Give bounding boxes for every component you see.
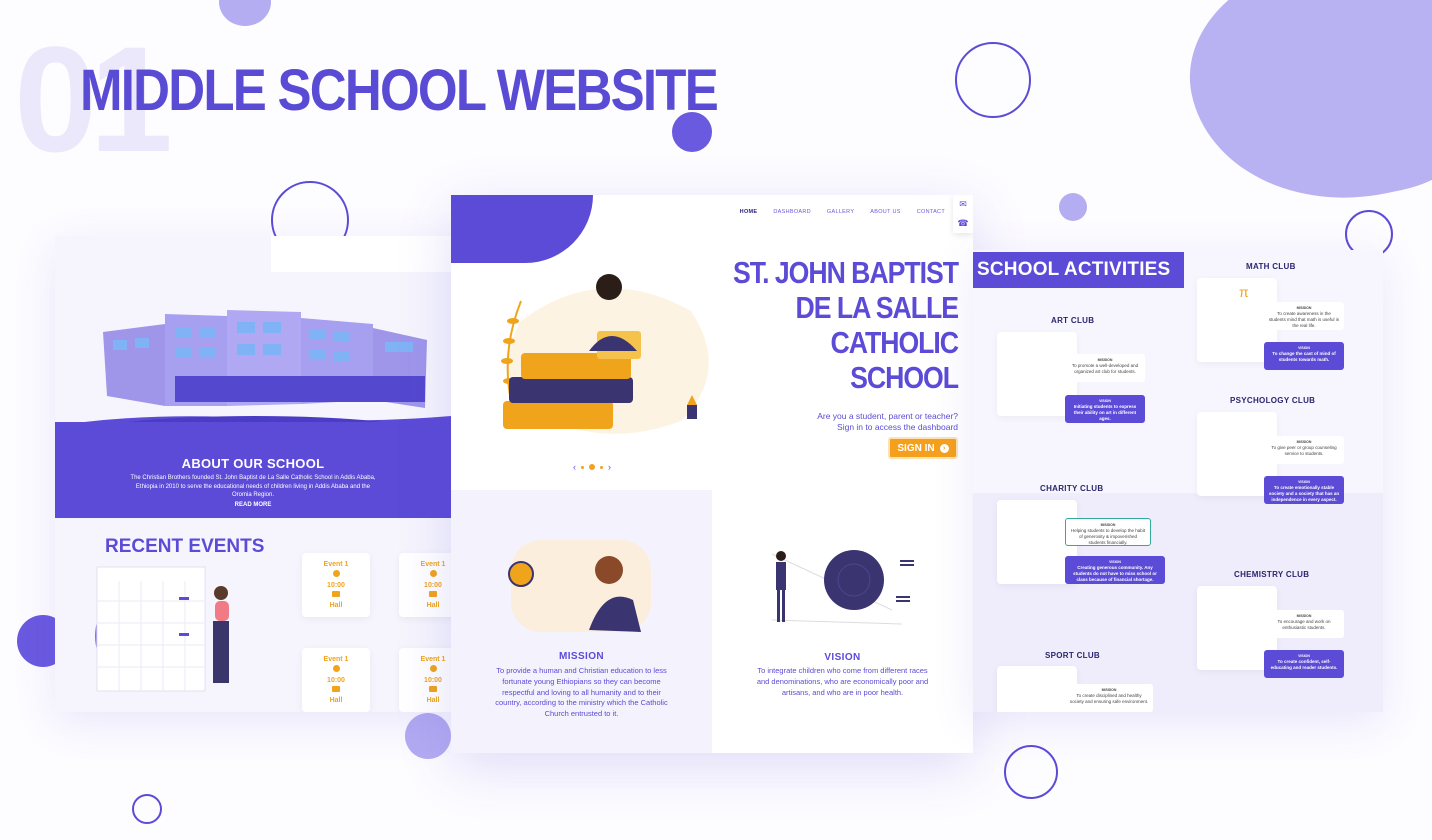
event-card[interactable]: Event 1 10:00 Hall <box>302 553 370 617</box>
about-section: ABOUT OUR SCHOOL The Christian Brothers … <box>55 422 451 518</box>
club-mission: MISSION To promote a well-developed and o… <box>1065 354 1145 382</box>
club-mission: MISSION To encourage and work on enthusia… <box>1264 610 1344 638</box>
carousel-controls: ‹ › <box>573 462 611 472</box>
club-mission: MISSION To create disciplined and healthy… <box>1065 684 1153 712</box>
decorative-ring <box>132 794 162 824</box>
carousel-next-button[interactable]: › <box>608 462 611 472</box>
sign-in-button[interactable]: SIGN IN › <box>888 437 958 459</box>
nav-home[interactable]: HOME <box>740 209 758 215</box>
mission-heading: MISSION <box>558 651 605 662</box>
arrow-right-icon: › <box>939 443 949 453</box>
mail-icon[interactable]: ✉ <box>953 195 973 214</box>
calendar-illustration <box>95 566 229 692</box>
club-vision: VISION To create confident, self-educatin… <box>1264 650 1344 678</box>
event-card[interactable]: Event 1 10:00 Hall <box>399 553 451 617</box>
clock-icon <box>429 665 437 672</box>
club-title: CHARITY CLUB <box>1040 484 1104 493</box>
club-title: ART CLUB <box>1051 316 1095 325</box>
club-vision: VISION Initiating students to express the… <box>1065 395 1145 423</box>
club-vision: VISION Creating generous community. Any s… <box>1065 556 1165 584</box>
clock-icon <box>332 570 340 577</box>
about-page-preview: ABOUT OUR SCHOOL The Christian Brothers … <box>55 236 451 712</box>
decorative-circle <box>1059 193 1087 221</box>
club-title: CHEMISTRY CLUB <box>1234 570 1310 579</box>
pi-icon: π <box>1239 284 1249 300</box>
vision-heading: VISION <box>824 652 861 663</box>
activities-heading: SCHOOL ACTIVITIES <box>973 252 1184 288</box>
building-icon <box>429 686 437 692</box>
page-title: MIDDLE SCHOOL WEBSITE <box>80 58 719 123</box>
nav-gallery[interactable]: GALLERY <box>827 209 854 215</box>
school-building-section <box>55 236 451 422</box>
carousel-dot[interactable] <box>600 465 603 469</box>
nav-dashboard[interactable]: DASHBOARD <box>773 209 811 215</box>
signin-prompt: Are you a student, parent or teacher? Si… <box>817 411 958 432</box>
vision-illustration <box>771 550 914 625</box>
building-icon <box>332 591 340 597</box>
activities-page-preview: SCHOOL ACTIVITIES ART CLUB MISSION To pro… <box>973 250 1383 712</box>
about-heading: ABOUT OUR SCHOOL <box>181 456 325 471</box>
phone-icon[interactable]: ☎ <box>953 214 973 233</box>
vision-section: VISION To integrate children who come fr… <box>712 490 973 753</box>
club-title: PSYCHOLOGY CLUB <box>1230 396 1316 405</box>
club-title: SPORT CLUB <box>1045 651 1100 660</box>
mission-illustration <box>508 540 651 632</box>
showcase-stage: 01 MIDDLE SCHOOL WEBSITE ABOUT OUR SCHOO… <box>0 0 1432 840</box>
decorative-circle <box>219 0 271 26</box>
recent-events-heading: RECENT EVENTS <box>105 536 265 557</box>
about-text: The Christian Brothers founded St. John … <box>130 475 376 498</box>
decorative-blob <box>451 195 593 263</box>
building-icon <box>429 591 437 597</box>
read-more-link[interactable]: READ MORE <box>55 502 451 508</box>
home-page-preview: HOME DASHBOARD GALLERY ABOUT US CONTACT … <box>451 195 973 753</box>
decorative-ring <box>955 42 1031 118</box>
nav-about-us[interactable]: ABOUT US <box>870 209 900 215</box>
school-name-heading: ST. JOHN BAPTIST DE LA SALLE CATHOLIC SC… <box>733 255 959 395</box>
club-title: MATH CLUB <box>1246 262 1296 271</box>
nav-contact[interactable]: CONTACT <box>917 209 945 215</box>
club-vision: VISION To change the cast of mind of stud… <box>1264 342 1344 370</box>
decorative-ring <box>1004 745 1058 799</box>
event-card[interactable]: Event 1 10:00 Hall <box>399 648 451 712</box>
carousel-dot[interactable] <box>589 464 595 470</box>
clock-icon <box>332 665 340 672</box>
main-nav: HOME DASHBOARD GALLERY ABOUT US CONTACT <box>740 209 945 215</box>
contact-icons: ✉ ☎ <box>953 195 973 233</box>
mission-text: To provide a human and Christian educati… <box>495 666 668 719</box>
event-card[interactable]: Event 1 10:00 Hall <box>302 648 370 712</box>
club-mission: MISSION Helping students to develop the h… <box>1065 518 1151 546</box>
club-mission: MISSION To create awareness in the studen… <box>1264 302 1344 330</box>
school-building-illustration <box>84 310 451 422</box>
mission-section: MISSION To provide a human and Christian… <box>451 490 712 753</box>
club-vision: VISION To create emotionally stable socie… <box>1264 476 1344 504</box>
carousel-dot[interactable] <box>581 465 584 469</box>
carousel-prev-button[interactable]: ‹ <box>573 462 576 472</box>
club-mission: MISSION To give peer or group counseling … <box>1264 436 1344 464</box>
decorative-blob <box>1170 0 1432 229</box>
clock-icon <box>429 570 437 577</box>
decorative-circle <box>405 713 451 759</box>
vision-text: To integrate children who come from diff… <box>756 666 929 697</box>
student-reading-illustration <box>501 274 709 434</box>
building-icon <box>332 686 340 692</box>
